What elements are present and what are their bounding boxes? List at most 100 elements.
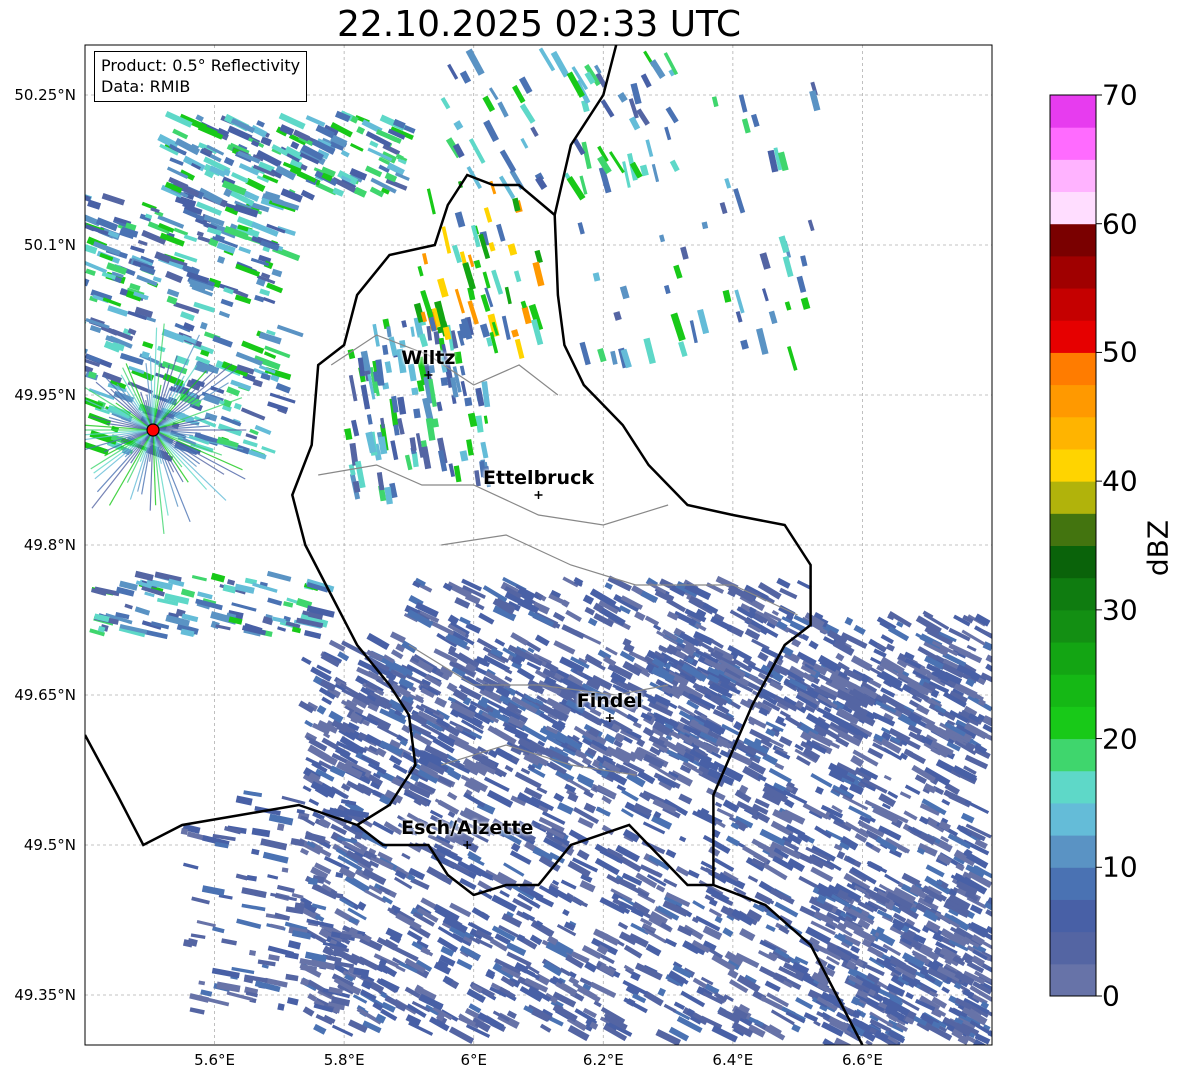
- echo-cell: [984, 733, 992, 749]
- echo-cell: [210, 572, 226, 583]
- echo-cell: [482, 271, 491, 289]
- echo-cell: [626, 713, 639, 724]
- echo-cell: [236, 918, 262, 930]
- echo-cell: [877, 932, 896, 947]
- echo-cell: [488, 241, 496, 252]
- echo-cell: [410, 326, 415, 337]
- city-label: Wiltz: [401, 347, 456, 369]
- colorbar-tick-label: 50: [1102, 335, 1138, 369]
- echo-cell: [226, 579, 236, 586]
- echo-cell: [281, 795, 306, 805]
- colorbar-segment: [1050, 674, 1096, 707]
- x-tick-label: 5.8°E: [323, 1051, 365, 1069]
- colorbar-tick-label: 70: [1102, 78, 1138, 112]
- echo-cell: [670, 312, 686, 342]
- echo-cell: [509, 850, 532, 865]
- echo-cell: [182, 155, 206, 172]
- echo-cell: [808, 640, 819, 650]
- echo-cell: [622, 161, 631, 188]
- echo-cell: [231, 602, 257, 612]
- echo-cell: [271, 616, 286, 624]
- colorbar-segment: [1050, 963, 1096, 997]
- echo-cell: [722, 927, 734, 938]
- echo-cell: [447, 63, 459, 80]
- echo-cell: [453, 120, 464, 131]
- echo-cell: [722, 799, 740, 813]
- echo-cell: [220, 298, 234, 308]
- echo-cell: [565, 609, 582, 622]
- echo-cell: [644, 615, 660, 627]
- echo-cell: [221, 938, 237, 946]
- echo-cell: [628, 933, 649, 948]
- echo-cell: [550, 50, 570, 78]
- echo-cell: [810, 866, 834, 883]
- echo-cell: [782, 255, 794, 278]
- echo-cell: [514, 338, 525, 359]
- echo-cell: [254, 294, 265, 303]
- echo-cell: [659, 578, 674, 590]
- echo-cell: [478, 612, 495, 625]
- echo-cell: [741, 118, 751, 134]
- colorbar-tick-label: 60: [1102, 207, 1138, 241]
- echo-cell: [604, 582, 613, 590]
- echo-cell: [613, 311, 622, 321]
- echo-cell: [392, 763, 408, 775]
- echo-cell: [434, 696, 448, 708]
- colorbar-segment: [1050, 481, 1096, 514]
- echo-cell: [557, 802, 574, 815]
- echo-cell: [643, 337, 656, 365]
- colorbar-segment: [1050, 802, 1096, 836]
- echo-cell: [583, 802, 597, 814]
- echo-cell: [885, 643, 895, 652]
- echo-cell: [262, 297, 276, 305]
- echo-cell: [597, 347, 607, 363]
- echo-cell: [802, 802, 829, 820]
- echo-cell: [678, 835, 687, 843]
- echo-cell: [504, 764, 514, 773]
- echo-cell: [235, 873, 248, 881]
- radar-map[interactable]: [0, 0, 1184, 1081]
- echo-cell: [302, 1006, 315, 1017]
- echo-cell: [657, 987, 666, 997]
- echo-cell: [539, 1023, 552, 1033]
- echo-cell: [196, 231, 204, 237]
- echo-cell: [302, 785, 312, 793]
- echo-cell: [303, 629, 322, 640]
- echo-cell: [665, 849, 677, 859]
- echo-cell: [905, 992, 914, 1000]
- echo-cell: [465, 48, 485, 76]
- colorbar-tick-label: 20: [1102, 722, 1138, 756]
- echo-cell: [268, 954, 280, 962]
- colorbar-segment: [1050, 738, 1096, 772]
- echo-cell: [389, 631, 406, 644]
- echo-cell: [673, 1001, 686, 1011]
- echo-cell: [714, 915, 723, 924]
- echo-cell: [511, 329, 520, 338]
- echo-cell: [408, 1021, 434, 1036]
- echo-cell: [530, 126, 539, 138]
- echo-cell: [169, 157, 184, 166]
- echo-cell: [925, 864, 945, 878]
- echo-cell: [491, 269, 504, 295]
- echo-cell: [488, 87, 499, 101]
- y-tick-label: 49.8°N: [23, 536, 76, 554]
- echo-cell: [813, 1020, 821, 1027]
- echo-cell: [501, 315, 511, 340]
- echo-cell: [447, 768, 462, 781]
- echo-cell: [784, 715, 803, 728]
- echo-cell: [260, 372, 271, 381]
- colorbar-segment: [1050, 95, 1096, 128]
- echo-cell: [212, 335, 233, 348]
- echo-cell: [447, 791, 458, 801]
- echo-cell: [260, 838, 288, 851]
- echo-cell: [243, 790, 263, 798]
- echo-cell: [531, 318, 544, 346]
- product-label: Product: 0.5° Reflectivity: [101, 56, 301, 75]
- city-label: Ettelbruck: [483, 467, 594, 489]
- x-tick-label: 6.2°E: [582, 1051, 624, 1069]
- echo-cell: [275, 382, 291, 394]
- echo-cell: [664, 284, 671, 295]
- echo-cell: [199, 321, 208, 330]
- radar-site-marker[interactable]: [146, 423, 160, 437]
- echo-cell: [463, 792, 486, 808]
